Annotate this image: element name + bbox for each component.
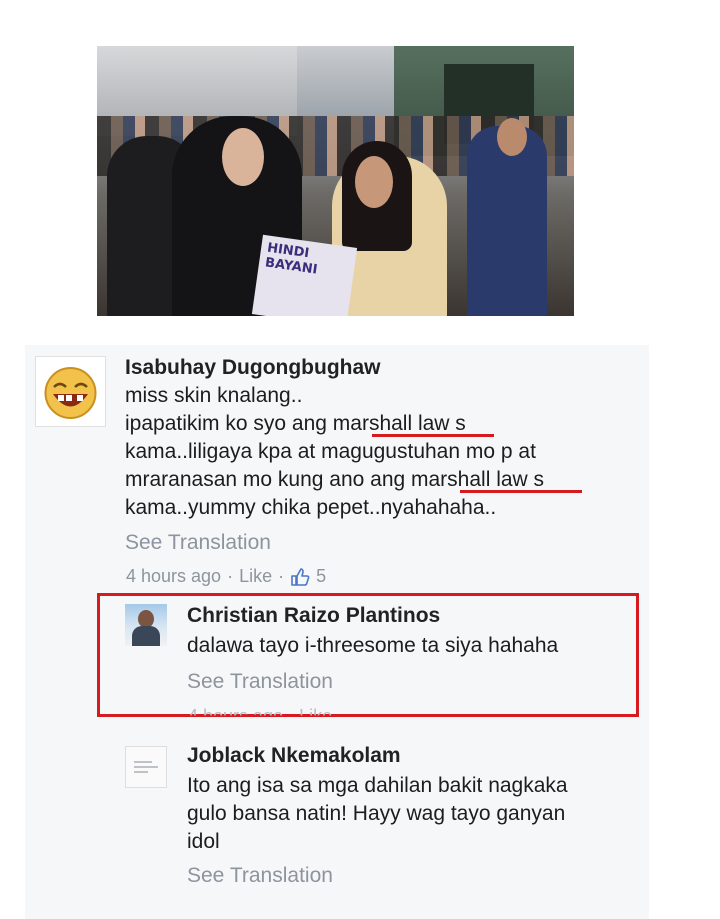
see-translation-link[interactable]: See Translation bbox=[187, 864, 333, 888]
red-underline bbox=[372, 434, 494, 437]
comment-meta: 4 hours ago · Like · 5 bbox=[126, 566, 326, 587]
comment-line: Ito ang isa sa mga dahilan bakit nagkaka bbox=[187, 774, 568, 797]
person-face bbox=[222, 128, 264, 186]
laughing-face-icon bbox=[44, 367, 97, 419]
separator: · bbox=[278, 566, 285, 586]
like-link[interactable]: Like bbox=[239, 566, 272, 587]
comment-line: idol bbox=[187, 830, 220, 853]
see-translation-link[interactable]: See Translation bbox=[187, 670, 333, 694]
person-face bbox=[355, 156, 393, 208]
profile-body bbox=[132, 626, 160, 646]
comment-line: gulo bansa natin! Hayy wag tayo ganyan bbox=[187, 802, 566, 825]
comment-line: kama..yummy chika pepet..nyahahaha.. bbox=[125, 496, 497, 519]
comment-author[interactable]: Christian Raizo Plantinos bbox=[187, 604, 440, 628]
comment-line: kama..liligaya kpa at magugustuhan mo p … bbox=[125, 440, 536, 463]
avatar[interactable] bbox=[125, 604, 167, 646]
thumbs-up-icon[interactable] bbox=[290, 567, 310, 587]
person-face bbox=[497, 118, 527, 156]
red-underline bbox=[460, 490, 582, 493]
comment-author[interactable]: Isabuhay Dugongbughaw bbox=[125, 356, 381, 380]
timestamp: 4 hours ago bbox=[126, 566, 222, 586]
news-photo[interactable]: HINDI BAYANI bbox=[97, 46, 574, 316]
separator: · bbox=[227, 566, 234, 586]
comment-line: miss skin knalang.. bbox=[125, 384, 303, 407]
comment-text: dalawa tayo i-threesome ta siya hahaha bbox=[187, 634, 559, 657]
protest-sign: HINDI BAYANI bbox=[251, 234, 358, 316]
like-count: 5 bbox=[316, 566, 327, 586]
see-translation-link[interactable]: See Translation bbox=[125, 531, 271, 555]
avatar[interactable] bbox=[125, 746, 167, 788]
avatar[interactable] bbox=[35, 356, 106, 427]
comment-author[interactable]: Joblack Nkemakolam bbox=[187, 744, 401, 768]
